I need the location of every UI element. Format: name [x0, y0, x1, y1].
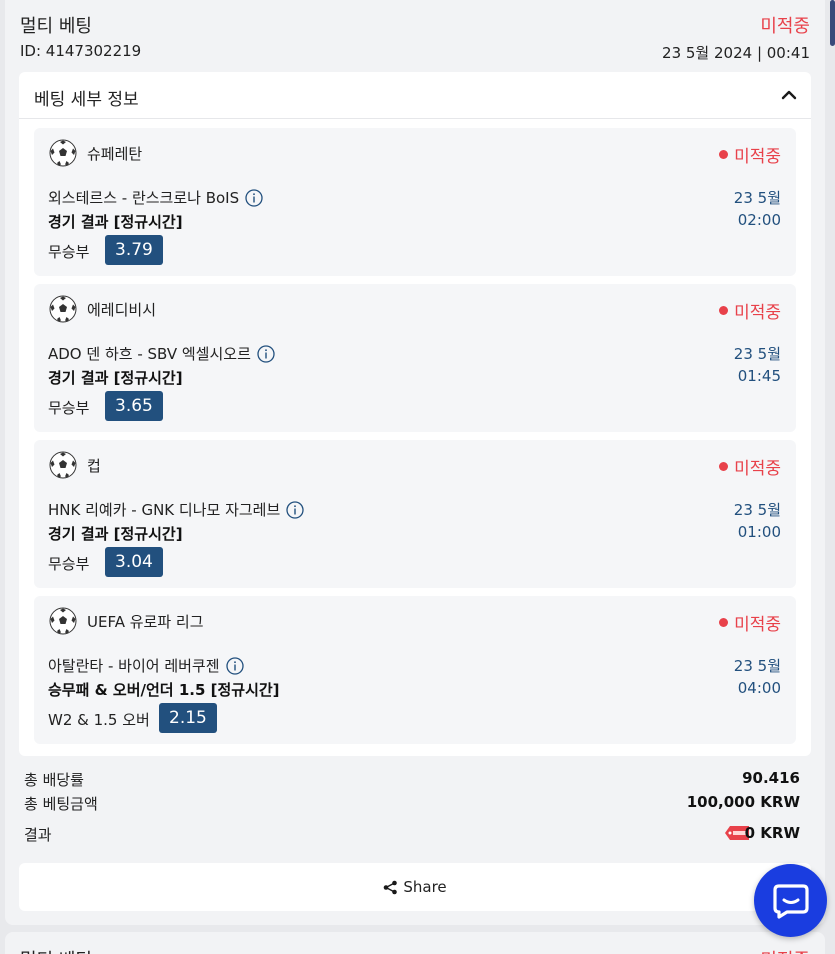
result-label: 결과	[24, 826, 52, 844]
selection-status: 미적중	[719, 142, 781, 167]
bet-datetime: 23 5월 2024 | 00:41	[662, 44, 810, 62]
match-date: 23 5월	[733, 657, 781, 675]
match-teams: 외스테르스 - 란스크로나 BoIS	[48, 189, 240, 207]
total-stake-value: 100,000 KRW	[686, 793, 800, 811]
bet-details-header[interactable]: 베팅 세부 정보	[19, 72, 811, 119]
info-icon[interactable]	[286, 500, 304, 519]
share-button[interactable]: Share	[19, 863, 811, 911]
bet-details-title: 베팅 세부 정보	[34, 90, 139, 110]
pick-name: 무승부	[48, 399, 90, 417]
market-name: 경기 결과 [정규시간]	[48, 525, 183, 543]
match-teams: ADO 덴 하흐 - SBV 엑셀시오르	[48, 345, 251, 363]
status-dot	[719, 462, 729, 471]
match-date: 23 5월	[733, 189, 781, 207]
pick-name: W2 & 1.5 오버	[48, 711, 150, 729]
match-date: 23 5월	[733, 345, 781, 363]
match-teams: 아탈란타 - 바이어 레버쿠젠	[48, 657, 220, 675]
selection-item: UEFA 유로파 리그 미적중 아탈란타 - 바이어 레버쿠젠 승무패 & 오버…	[34, 596, 796, 744]
status-dot	[719, 618, 729, 627]
league-name: 컵	[87, 457, 101, 475]
market-name: 경기 결과 [정규시간]	[48, 213, 183, 231]
total-odds-label: 총 배당률	[24, 771, 84, 789]
soccer-ball-icon	[49, 607, 77, 635]
match-time: 02:00	[737, 211, 781, 229]
total-stake-label: 총 베팅금액	[24, 795, 98, 813]
info-icon[interactable]	[225, 656, 244, 675]
next-bet-status: 미적중	[760, 946, 810, 954]
selection-status: 미적중	[719, 454, 781, 479]
market-name: 경기 결과 [정규시간]	[48, 369, 183, 387]
match-time: 01:45	[737, 367, 781, 385]
selection-status-label: 미적중	[734, 459, 781, 479]
bet-details-panel: 베팅 세부 정보 슈페레탄 미적중 외스테르스 - 란스크로나 BoIS 경기 …	[19, 72, 811, 756]
share-icon	[384, 880, 398, 894]
bet-id: ID: 4147302219	[20, 42, 142, 60]
match-name: HNK 리예카 - GNK 디나모 자그레브	[48, 499, 304, 520]
match-name: 아탈란타 - 바이어 레버쿠젠	[48, 655, 244, 676]
match-date: 23 5월	[733, 501, 781, 519]
share-label: Share	[403, 878, 447, 896]
selection-item: 컵 미적중 HNK 리예카 - GNK 디나모 자그레브 경기 결과 [정규시간…	[34, 440, 796, 588]
bet-status: 미적중	[760, 16, 810, 37]
selection-item: 슈페레탄 미적중 외스테르스 - 란스크로나 BoIS 경기 결과 [정규시간]…	[34, 128, 796, 276]
next-bet-card: 멀티 베팅 미적중	[5, 932, 825, 954]
info-icon[interactable]	[257, 344, 275, 363]
status-dot	[719, 306, 729, 315]
selection-status-label: 미적중	[734, 303, 781, 323]
odds-badge: 2.15	[159, 703, 217, 733]
info-icon[interactable]	[245, 188, 263, 207]
next-bet-title: 멀티 베팅	[20, 946, 92, 954]
chat-icon	[772, 883, 809, 919]
selection-status: 미적중	[719, 610, 781, 635]
pick-name: 무승부	[48, 555, 90, 573]
selection-status: 미적중	[719, 298, 781, 323]
chat-launcher-button[interactable]	[754, 864, 827, 937]
match-time: 04:00	[737, 679, 781, 697]
soccer-ball-icon	[49, 451, 77, 479]
league-name: UEFA 유로파 리그	[87, 613, 204, 631]
bet-title: 멀티 베팅	[20, 16, 92, 37]
selection-status-label: 미적중	[734, 147, 781, 167]
match-teams: HNK 리예카 - GNK 디나모 자그레브	[48, 501, 281, 519]
pick-name: 무승부	[48, 243, 90, 261]
scrollbar[interactable]	[830, 0, 835, 46]
total-odds-value: 90.416	[742, 769, 800, 787]
soccer-ball-icon	[49, 295, 77, 323]
odds-badge: 3.65	[105, 391, 163, 421]
selection-item: 에레디비시 미적중 ADO 덴 하흐 - SBV 엑셀시오르 경기 결과 [정규…	[34, 284, 796, 432]
odds-badge: 3.04	[105, 547, 163, 577]
match-name: 외스테르스 - 란스크로나 BoIS	[48, 187, 263, 208]
status-dot	[719, 150, 729, 159]
selection-status-label: 미적중	[734, 615, 781, 635]
odds-badge: 3.79	[105, 235, 163, 265]
chevron-up-icon[interactable]	[781, 87, 797, 103]
result-value: 0 KRW	[744, 824, 800, 842]
bet-card: 멀티 베팅 미적중 ID: 4147302219 23 5월 2024 | 00…	[5, 0, 825, 925]
match-time: 01:00	[737, 523, 781, 541]
match-name: ADO 덴 하흐 - SBV 엑셀시오르	[48, 343, 275, 364]
league-name: 에레디비시	[87, 301, 157, 319]
market-name: 승무패 & 오버/언더 1.5 [정규시간]	[48, 681, 280, 699]
soccer-ball-icon	[49, 139, 77, 167]
league-name: 슈페레탄	[87, 145, 143, 163]
